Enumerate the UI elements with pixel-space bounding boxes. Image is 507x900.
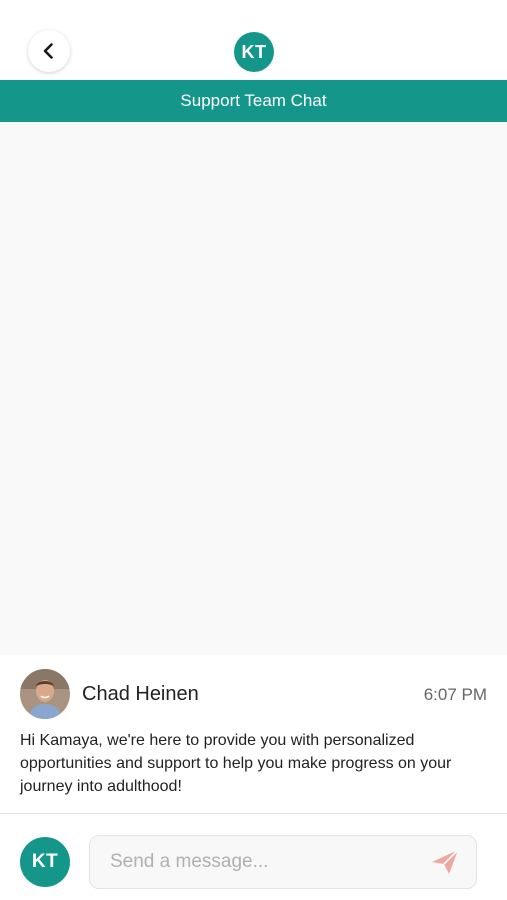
message-text: Hi Kamaya, we're here to provide you wit… — [20, 732, 452, 795]
message-input[interactable] — [90, 836, 410, 888]
back-button[interactable] — [28, 30, 70, 72]
chat-title-banner: Support Team Chat — [0, 80, 507, 122]
sender-name: Chad Heinen — [82, 683, 199, 705]
sender-avatar — [20, 669, 70, 719]
header-avatar[interactable]: KT — [234, 32, 274, 72]
chevron-left-icon — [40, 42, 58, 60]
top-bar: KT — [0, 0, 507, 80]
paper-plane-icon — [430, 849, 460, 880]
send-button[interactable] — [430, 848, 460, 876]
message-timestamp: 6:07 PM — [423, 685, 487, 704]
message-input-box[interactable] — [89, 835, 477, 889]
chat-title: Support Team Chat — [180, 91, 327, 110]
user-avatar: KT — [20, 837, 70, 887]
chat-area — [0, 122, 507, 655]
message-composer: KT — [0, 814, 507, 900]
chat-message: Chad Heinen 6:07 PM Hi Kamaya, we're her… — [0, 655, 507, 813]
